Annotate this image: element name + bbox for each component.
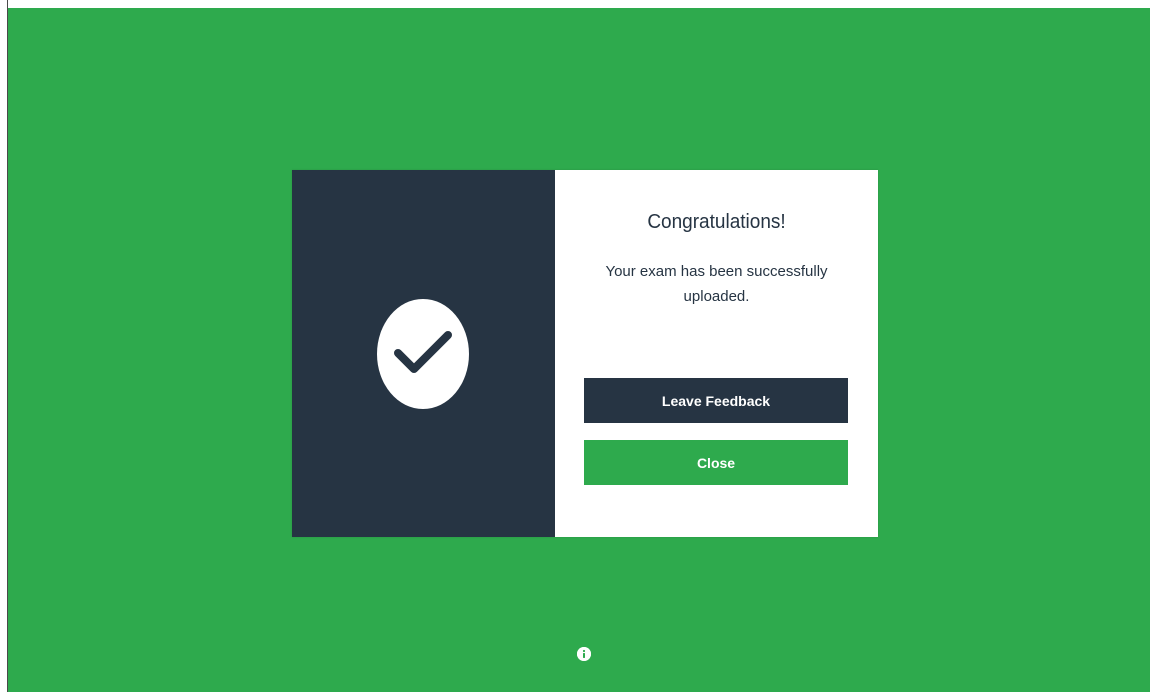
dialog-title: Congratulations! — [647, 211, 786, 233]
close-button[interactable]: Close — [584, 440, 848, 485]
info-icon[interactable] — [577, 647, 591, 661]
screen-top-edge — [0, 0, 1150, 8]
leave-feedback-button[interactable]: Leave Feedback — [584, 378, 848, 423]
dialog-message: Your exam has been successfully uploaded… — [605, 263, 828, 305]
upload-success-dialog: Congratulations! Your exam has been succ… — [292, 170, 878, 537]
checkmark-circle-icon — [377, 299, 469, 409]
dialog-content-panel: Congratulations! Your exam has been succ… — [555, 170, 878, 537]
info-glyph-icon — [577, 647, 591, 661]
checkmark-icon — [394, 331, 452, 373]
dialog-icon-panel — [292, 170, 555, 537]
screen-left-edge — [0, 0, 8, 692]
